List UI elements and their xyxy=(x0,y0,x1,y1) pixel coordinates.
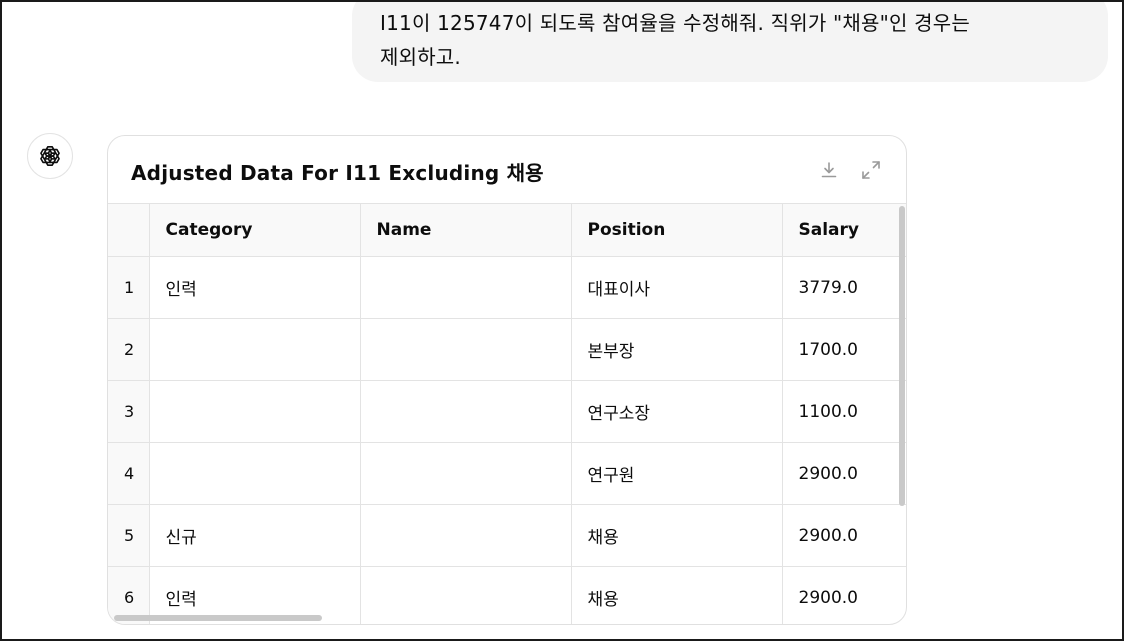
cell-position[interactable]: 연구소장 xyxy=(571,380,783,443)
expand-button[interactable] xyxy=(859,158,883,182)
card-title: Adjusted Data For I11 Excluding 채용 xyxy=(131,161,544,185)
table-row: 1 인력 대표이사 3779.0 xyxy=(108,256,906,319)
cell-name[interactable] xyxy=(360,256,572,319)
openai-logo-icon xyxy=(40,145,60,167)
download-icon xyxy=(821,162,837,178)
cell-position[interactable]: 채용 xyxy=(571,504,783,567)
table-row: 2 본부장 1700.0 xyxy=(108,318,906,381)
cell-salary[interactable]: 2900.0 xyxy=(782,504,906,567)
cell-category[interactable]: 인력 xyxy=(149,256,361,319)
cell-position[interactable]: 본부장 xyxy=(571,318,783,381)
cell-name[interactable] xyxy=(360,380,572,443)
cell-position[interactable]: 대표이사 xyxy=(571,256,783,319)
table-scroll-area[interactable]: Category Name Position Salary 1 인력 대표이사 … xyxy=(108,203,906,624)
column-header-position[interactable]: Position xyxy=(571,204,783,257)
cell-category[interactable] xyxy=(149,442,361,505)
table-row: 4 연구원 2900.0 xyxy=(108,442,906,505)
row-index: 5 xyxy=(108,504,150,567)
column-header-index xyxy=(108,204,150,257)
row-index: 4 xyxy=(108,442,150,505)
cell-name[interactable] xyxy=(360,566,572,624)
column-header-name[interactable]: Name xyxy=(360,204,572,257)
cell-name[interactable] xyxy=(360,442,572,505)
data-table-card: Adjusted Data For I11 Excluding 채용 Categ… xyxy=(107,135,907,625)
cell-category[interactable] xyxy=(149,380,361,443)
table-row: 3 연구소장 1100.0 xyxy=(108,380,906,443)
download-button[interactable] xyxy=(817,158,841,182)
cell-salary[interactable]: 2900.0 xyxy=(782,442,906,505)
horizontal-scrollbar[interactable] xyxy=(114,615,322,621)
user-message-bubble: I11이 125747이 되도록 참여율을 수정해줘. 직위가 "채용"인 경우… xyxy=(352,0,1108,82)
user-message-line-1: I11이 125747이 되도록 참여율을 수정해줘. 직위가 "채용"인 경우… xyxy=(380,11,970,35)
column-header-category[interactable]: Category xyxy=(149,204,361,257)
assistant-avatar xyxy=(27,133,73,179)
cell-name[interactable] xyxy=(360,318,572,381)
cell-position[interactable]: 연구원 xyxy=(571,442,783,505)
data-table: Category Name Position Salary 1 인력 대표이사 … xyxy=(108,204,906,624)
cell-category[interactable] xyxy=(149,318,361,381)
cell-name[interactable] xyxy=(360,504,572,567)
cell-position[interactable]: 채용 xyxy=(571,566,783,624)
user-message-line-2: 제외하고. xyxy=(380,45,461,69)
cell-salary[interactable]: 2900.0 xyxy=(782,566,906,624)
table-header-row: Category Name Position Salary xyxy=(108,204,906,257)
row-index: 1 xyxy=(108,256,150,319)
vertical-scrollbar[interactable] xyxy=(899,206,905,506)
table-row: 5 신규 채용 2900.0 xyxy=(108,504,906,567)
expand-icon xyxy=(862,161,880,179)
row-index: 2 xyxy=(108,318,150,381)
cell-salary[interactable]: 1100.0 xyxy=(782,380,906,443)
cell-category[interactable]: 신규 xyxy=(149,504,361,567)
row-index: 3 xyxy=(108,380,150,443)
cell-salary[interactable]: 1700.0 xyxy=(782,318,906,381)
column-header-salary[interactable]: Salary xyxy=(782,204,906,257)
cell-salary[interactable]: 3779.0 xyxy=(782,256,906,319)
